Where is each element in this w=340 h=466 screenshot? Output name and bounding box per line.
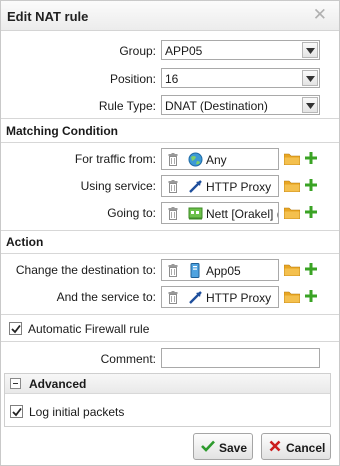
- trash-icon[interactable]: [168, 180, 178, 196]
- service-arrow-icon: [188, 290, 203, 307]
- trash-icon[interactable]: [168, 291, 178, 307]
- group-select[interactable]: APP05: [161, 40, 320, 60]
- divider: [1, 142, 339, 143]
- plus-icon[interactable]: [305, 290, 317, 305]
- plus-icon[interactable]: [305, 179, 317, 194]
- comment-input[interactable]: [161, 348, 320, 368]
- rule-type-label: Rule Type:: [98, 99, 156, 113]
- change-destination-row: Change the destination to: App05: [1, 259, 339, 281]
- auto-firewall-label: Automatic Firewall rule: [28, 322, 150, 336]
- plus-icon[interactable]: [305, 206, 317, 221]
- trash-icon[interactable]: [168, 153, 178, 169]
- chevron-down-icon[interactable]: [302, 97, 318, 113]
- divider: [1, 118, 339, 119]
- and-service-label: And the service to:: [56, 290, 156, 304]
- folder-icon[interactable]: [283, 180, 301, 195]
- change-destination-label: Change the destination to:: [15, 263, 156, 277]
- divider: [1, 230, 339, 231]
- position-row: Position: 16: [1, 68, 339, 90]
- action-heading: Action: [6, 235, 44, 249]
- traffic-from-label: For traffic from:: [74, 152, 156, 166]
- service-arrow-icon: [188, 179, 203, 196]
- host-icon: [188, 263, 203, 280]
- traffic-from-value: Any: [206, 153, 227, 167]
- divider: [1, 341, 339, 342]
- position-select[interactable]: 16: [161, 68, 320, 88]
- advanced-title: Advanced: [29, 377, 87, 391]
- close-icon[interactable]: ✕: [313, 6, 327, 24]
- edit-nat-rule-dialog: Edit NAT rule ✕ Group: APP05 Position: 1…: [0, 0, 340, 466]
- going-to-value: Nett [Orakel] (: [206, 207, 279, 221]
- change-destination-value: App05: [206, 264, 241, 278]
- log-initial-checkbox[interactable]: [10, 405, 23, 418]
- position-label: Position:: [109, 72, 156, 86]
- comment-row: Comment:: [1, 348, 339, 370]
- group-row: Group: APP05: [1, 40, 339, 62]
- chevron-down-icon[interactable]: [302, 42, 318, 58]
- going-to-field[interactable]: Nett [Orakel] (: [161, 202, 279, 224]
- rule-type-select[interactable]: DNAT (Destination): [161, 95, 320, 115]
- going-to-label: Going to:: [107, 206, 156, 220]
- matching-condition-heading: Matching Condition: [6, 124, 118, 138]
- rule-type-row: Rule Type: DNAT (Destination): [1, 95, 339, 117]
- trash-icon[interactable]: [168, 264, 178, 280]
- position-value: 16: [165, 72, 179, 86]
- group-label: Group:: [119, 44, 156, 58]
- plus-icon[interactable]: [305, 263, 317, 278]
- cancel-x-icon: [269, 440, 281, 455]
- and-service-value: HTTP Proxy: [206, 291, 272, 305]
- using-service-row: Using service: HTTP Proxy: [1, 175, 339, 197]
- divider: [1, 253, 339, 254]
- chevron-down-icon[interactable]: [302, 70, 318, 86]
- comment-label: Comment:: [100, 352, 156, 366]
- using-service-field[interactable]: HTTP Proxy: [161, 175, 279, 197]
- globe-icon: [188, 152, 203, 169]
- folder-icon[interactable]: [283, 153, 301, 168]
- advanced-header[interactable]: Advanced: [5, 374, 330, 394]
- dialog-titlebar: Edit NAT rule ✕: [1, 1, 339, 31]
- using-service-label: Using service:: [80, 179, 156, 193]
- folder-icon[interactable]: [283, 264, 301, 279]
- dialog-title: Edit NAT rule: [7, 9, 89, 24]
- collapse-icon[interactable]: [10, 378, 21, 389]
- change-destination-field[interactable]: App05: [161, 259, 279, 281]
- network-icon: [188, 206, 203, 223]
- cancel-button[interactable]: Cancel: [261, 433, 331, 460]
- log-initial-label: Log initial packets: [29, 405, 125, 419]
- save-button[interactable]: Save: [193, 433, 253, 460]
- traffic-from-field[interactable]: Any: [161, 148, 279, 170]
- folder-icon[interactable]: [283, 291, 301, 306]
- and-service-field[interactable]: HTTP Proxy: [161, 286, 279, 308]
- folder-icon[interactable]: [283, 207, 301, 222]
- and-service-row: And the service to: HTTP Proxy: [1, 286, 339, 308]
- rule-type-value: DNAT (Destination): [165, 99, 268, 113]
- advanced-panel: Advanced Log initial packets: [4, 373, 331, 427]
- save-label: Save: [219, 441, 248, 455]
- plus-icon[interactable]: [305, 152, 317, 167]
- auto-firewall-checkbox[interactable]: [9, 322, 22, 335]
- cancel-label: Cancel: [286, 441, 326, 455]
- traffic-from-row: For traffic from: Any: [1, 148, 339, 170]
- trash-icon[interactable]: [168, 207, 178, 223]
- divider: [1, 314, 339, 315]
- going-to-row: Going to: Nett [Orakel] (: [1, 202, 339, 224]
- using-service-value: HTTP Proxy: [206, 180, 272, 194]
- group-value: APP05: [165, 44, 203, 58]
- checkmark-icon: [201, 440, 215, 455]
